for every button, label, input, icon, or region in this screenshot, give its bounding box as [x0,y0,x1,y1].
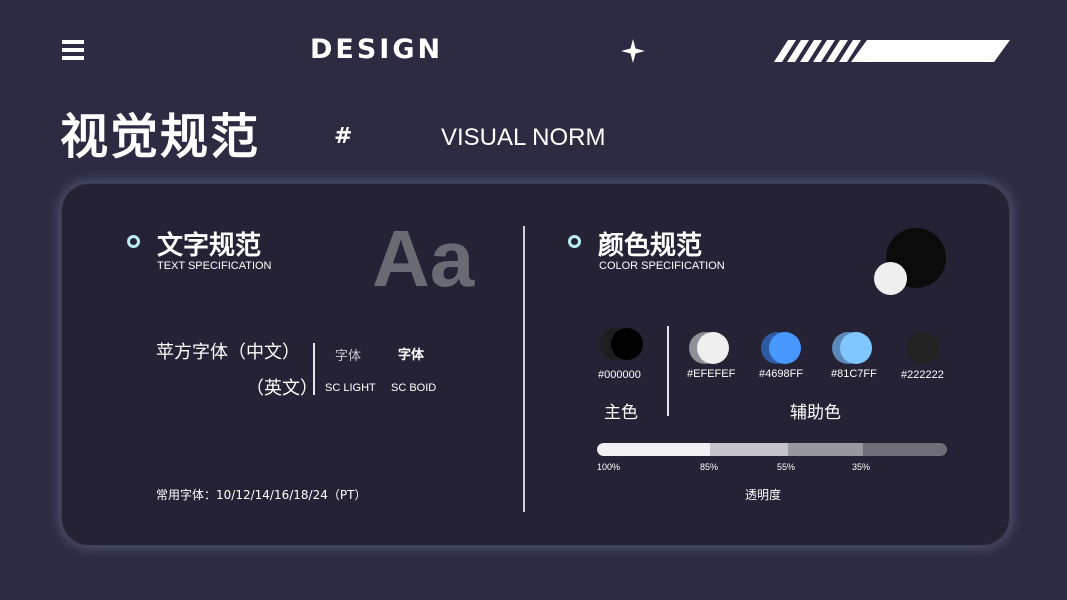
font-weight-light-label: SC LIGHT [325,382,376,394]
font-sizes: 常用字体：10/12/14/16/18/24（PT） [156,488,367,502]
card-divider [523,226,525,512]
swatch-hex-222222: #222222 [901,369,944,381]
opacity-label: 透明度 [745,488,782,502]
font-divider [313,343,315,395]
four-point-star-icon [621,39,645,63]
opacity-label-35: 35% [852,462,871,472]
brand-title: DESIGN [310,34,444,65]
color-spec-title: 颜色规范 [598,231,703,261]
text-spec-bullet-icon [127,235,140,248]
font-weight-bold-label: SC BOID [391,382,437,394]
font-sample-light: 字体 [335,349,362,364]
color-divider [667,326,669,416]
opacity-label-85: 85% [700,462,719,472]
page-title: 视觉规范 [60,109,261,165]
swatch-black [611,328,643,360]
font-name-cn: 苹方字体（中文） [156,342,300,363]
title-hash: # [334,124,353,149]
opacity-label-55: 55% [777,462,796,472]
page-subtitle: VISUAL NORM [441,124,606,151]
font-sample-bold: 字体 [398,348,425,363]
hamburger-menu-icon[interactable] [62,40,84,61]
swatch-4698ff [769,332,801,364]
opacity-segment-55 [788,443,863,456]
color-spec-bullet-icon [568,235,581,248]
swatch-hex-black: #000000 [598,369,641,381]
opacity-scale [597,443,947,456]
swatch-hex-4698ff: #4698FF [759,368,804,380]
swatch-efefef [697,332,729,364]
text-spec-subtitle: TEXT SPECIFICATION [157,260,272,272]
swatch-hex-efefef: #EFEFEF [687,368,736,380]
aux-color-label: 辅助色 [790,403,841,423]
font-sample-aa: Aa [372,214,475,303]
swatch-222222 [907,332,939,364]
color-spec-subtitle: COLOR SPECIFICATION [599,260,725,272]
white-circle-decoration [874,262,907,295]
swatch-81c7ff [840,332,872,364]
text-spec-title: 文字规范 [157,231,262,261]
main-color-label: 主色 [604,403,638,423]
opacity-segment-100 [597,443,710,456]
stripe-bar-decoration [774,40,1012,64]
swatch-hex-81c7ff: #81C7FF [831,368,877,380]
opacity-segment-85 [710,443,788,456]
font-name-en: （英文） [246,378,318,399]
opacity-label-100: 100% [597,462,621,472]
